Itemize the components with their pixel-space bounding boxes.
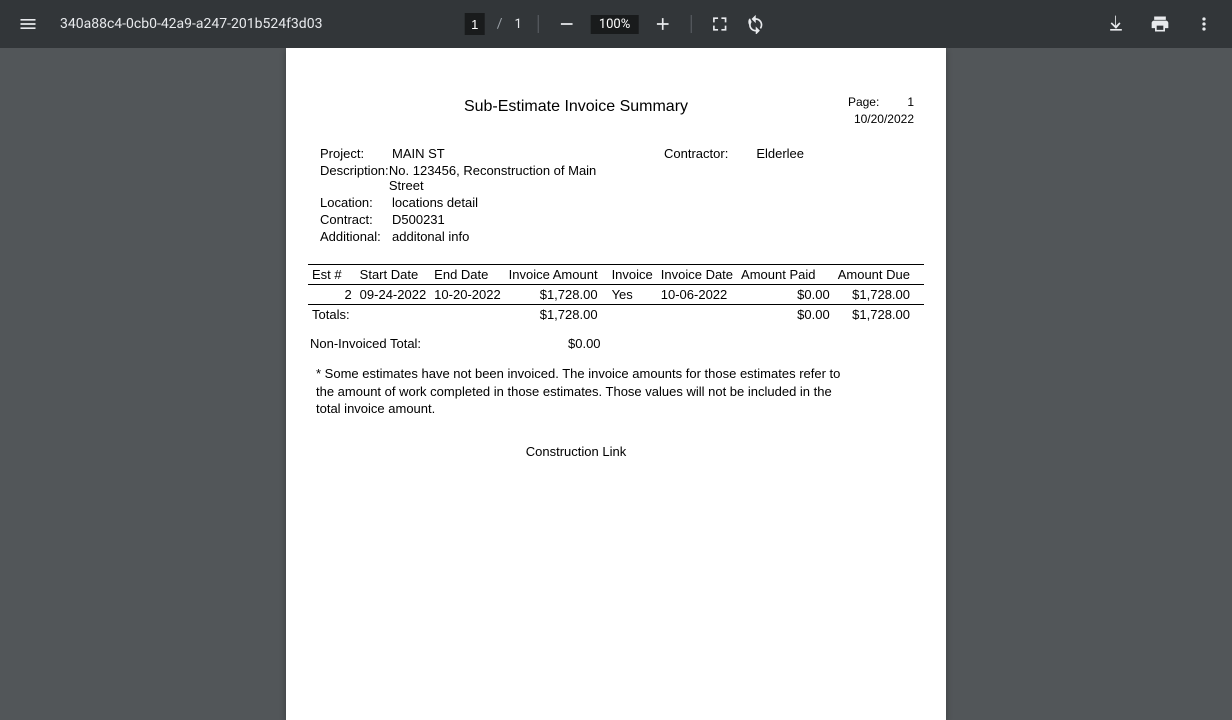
print-icon[interactable] [1148, 12, 1172, 36]
document-title: Sub-Estimate Invoice Summary [268, 98, 884, 116]
cell-end: 10-20-2022 [430, 285, 505, 305]
contract-label: Contract: [320, 212, 392, 227]
totals-amount-paid: $0.00 [737, 305, 834, 325]
description-value: No. 123456, Reconstruction of Main Stree… [389, 163, 624, 193]
pdf-viewer[interactable]: Sub-Estimate Invoice Summary Page: 1 10/… [0, 48, 1232, 720]
cell-invoice-date: 10-06-2022 [657, 285, 737, 305]
project-label: Project: [320, 146, 392, 161]
totals-row: Totals: $1,728.00 $0.00 $1,728.00 [308, 305, 924, 325]
page-number-input[interactable] [465, 13, 485, 35]
more-icon[interactable] [1192, 12, 1216, 36]
zoom-level[interactable]: 100% [591, 15, 638, 34]
info-block: Project: MAIN ST Description: No. 123456… [308, 146, 924, 246]
document-date: 10/20/2022 [848, 111, 914, 128]
cell-invoice: Yes [602, 285, 657, 305]
totals-invoice-amount: $1,728.00 [505, 305, 602, 325]
menu-icon[interactable] [16, 12, 40, 36]
non-invoiced-value: $0.00 [568, 336, 594, 351]
cell-amount-due: $1,728.00 [834, 285, 924, 305]
estimates-table: Est # Start Date End Date Invoice Amount… [308, 264, 924, 324]
col-invoice-date: Invoice Date [657, 265, 737, 285]
footnote: * Some estimates have not been invoiced.… [308, 365, 924, 418]
pdf-page: Sub-Estimate Invoice Summary Page: 1 10/… [286, 48, 946, 720]
table-row: 2 09-24-2022 10-20-2022 $1,728.00 Yes 10… [308, 285, 924, 305]
col-invoice: Invoice [602, 265, 657, 285]
download-icon[interactable] [1104, 12, 1128, 36]
page-total: 1 [515, 17, 522, 32]
zoom-out-icon[interactable] [555, 12, 579, 36]
additional-value: additonal info [392, 229, 469, 244]
rotate-icon[interactable] [743, 12, 767, 36]
footer-text: Construction Link [268, 444, 884, 459]
col-invoice-amount: Invoice Amount [505, 265, 602, 285]
non-invoiced-row: Non-Invoiced Total: $0.00 [308, 336, 924, 351]
table-header-row: Est # Start Date End Date Invoice Amount… [308, 265, 924, 285]
page-info: Page: 1 10/20/2022 [848, 94, 914, 128]
page-label: Page: [848, 94, 879, 111]
description-label: Description: [320, 163, 389, 193]
project-value: MAIN ST [392, 146, 445, 161]
col-amount-due: Amount Due [834, 265, 924, 285]
divider [690, 15, 691, 33]
non-invoiced-label: Non-Invoiced Total: [310, 336, 568, 351]
contract-value: D500231 [392, 212, 445, 227]
totals-label: Totals: [308, 305, 430, 325]
divider [538, 15, 539, 33]
cell-start: 09-24-2022 [356, 285, 431, 305]
cell-amount-paid: $0.00 [737, 285, 834, 305]
totals-amount-due: $1,728.00 [834, 305, 924, 325]
page-separator: / [497, 16, 503, 32]
location-value: locations detail [392, 195, 478, 210]
additional-label: Additional: [320, 229, 392, 244]
zoom-in-icon[interactable] [650, 12, 674, 36]
location-label: Location: [320, 195, 392, 210]
col-est: Est # [308, 265, 356, 285]
pdf-toolbar: 340a88c4-0cb0-42a9-a247-201b524f3d03 / 1… [0, 0, 1232, 48]
page-number: 1 [907, 94, 914, 111]
contractor-label: Contractor: [664, 146, 728, 246]
document-filename: 340a88c4-0cb0-42a9-a247-201b524f3d03 [60, 16, 322, 32]
contractor-value: Elderlee [756, 146, 804, 246]
col-start: Start Date [356, 265, 431, 285]
fit-page-icon[interactable] [707, 12, 731, 36]
cell-est: 2 [308, 285, 356, 305]
col-end: End Date [430, 265, 505, 285]
col-amount-paid: Amount Paid [737, 265, 834, 285]
cell-invoice-amount: $1,728.00 [505, 285, 602, 305]
